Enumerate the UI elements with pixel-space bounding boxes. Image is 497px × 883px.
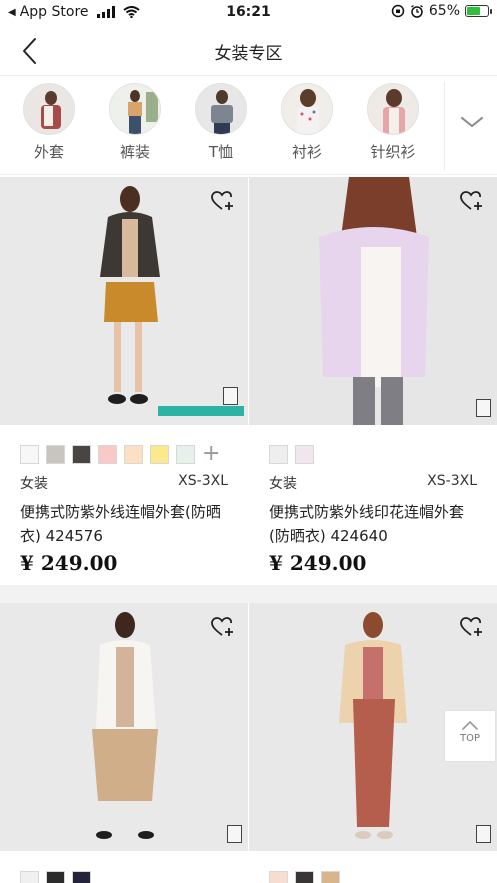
uv-protection-badge bbox=[476, 399, 491, 417]
status-bar: ◀ App Store 16:21 65% bbox=[0, 0, 497, 26]
product-size-range: XS-3XL bbox=[178, 473, 228, 489]
nav-bar: 女装专区 bbox=[0, 26, 497, 76]
product-price: ¥ 249.00 bbox=[20, 551, 118, 575]
category-divider bbox=[444, 81, 445, 171]
color-swatch[interactable] bbox=[176, 445, 195, 464]
alarm-icon bbox=[410, 4, 423, 18]
category-item-pants[interactable]: 裤装 bbox=[103, 83, 167, 162]
add-to-wishlist-icon[interactable] bbox=[459, 615, 483, 639]
color-swatch[interactable] bbox=[20, 871, 39, 883]
product-image[interactable] bbox=[249, 177, 497, 425]
color-swatch[interactable] bbox=[321, 871, 340, 883]
category-item-outerwear[interactable]: 外套 bbox=[17, 83, 81, 162]
category-avatar bbox=[281, 83, 333, 135]
add-to-wishlist-icon[interactable] bbox=[210, 189, 234, 213]
product-card[interactable] bbox=[0, 603, 248, 883]
battery-percent: 65% bbox=[428, 3, 460, 19]
color-swatch[interactable] bbox=[46, 445, 65, 464]
status-right: 65% bbox=[391, 3, 492, 19]
category-label: 裤装 bbox=[119, 143, 150, 161]
color-swatch[interactable] bbox=[295, 445, 314, 464]
color-swatches bbox=[0, 851, 248, 883]
back-to-top-label: TOP bbox=[459, 733, 480, 744]
color-swatch[interactable] bbox=[269, 445, 288, 464]
product-photo bbox=[0, 603, 248, 851]
category-label: 针织衫 bbox=[370, 143, 416, 161]
product-price: ¥ 249.00 bbox=[269, 551, 367, 575]
category-item-knitwear[interactable]: 针织衫 bbox=[361, 83, 425, 162]
chevron-down-icon[interactable] bbox=[452, 107, 492, 137]
add-to-wishlist-icon[interactable] bbox=[210, 615, 234, 639]
orientation-lock-icon bbox=[391, 4, 405, 18]
product-size-range: XS-3XL bbox=[427, 473, 477, 489]
color-swatch[interactable] bbox=[124, 445, 143, 464]
color-swatch[interactable] bbox=[72, 871, 91, 883]
more-colors-icon[interactable]: + bbox=[202, 443, 220, 465]
uv-protection-badge bbox=[223, 387, 238, 405]
category-label: T恤 bbox=[208, 143, 234, 161]
color-swatch[interactable] bbox=[269, 871, 288, 883]
color-swatch[interactable] bbox=[98, 445, 117, 464]
color-swatch[interactable] bbox=[150, 445, 169, 464]
color-swatch[interactable] bbox=[46, 871, 65, 883]
category-item-tshirt[interactable]: T恤 bbox=[189, 83, 253, 162]
battery-icon bbox=[465, 5, 492, 17]
product-meta: 女装 XS-3XL bbox=[249, 464, 497, 493]
back-to-top-button[interactable]: TOP bbox=[444, 710, 496, 762]
grid-row-separator bbox=[0, 585, 497, 603]
category-avatar bbox=[367, 83, 419, 135]
product-gender: 女装 bbox=[269, 476, 297, 492]
chevron-up-icon bbox=[462, 721, 478, 730]
uv-protection-badge bbox=[476, 825, 491, 843]
product-card[interactable]: 女装 XS-3XL 便携式防紫外线印花连帽外套(防晒衣) 424640 ¥ 24… bbox=[249, 177, 497, 575]
color-swatch[interactable] bbox=[20, 445, 39, 464]
product-image[interactable] bbox=[0, 603, 248, 851]
uv-protection-badge bbox=[227, 825, 242, 843]
color-swatch[interactable] bbox=[295, 871, 314, 883]
category-label: 外套 bbox=[33, 143, 64, 161]
page-title: 女装专区 bbox=[214, 44, 283, 64]
color-swatches bbox=[249, 851, 497, 883]
product-photo bbox=[249, 177, 497, 425]
product-card[interactable]: + 女装 XS-3XL 便携式防紫外线连帽外套(防晒衣) 424576 ¥ 24… bbox=[0, 177, 248, 575]
add-to-wishlist-icon[interactable] bbox=[459, 189, 483, 213]
category-row: 外套 裤装 T恤 衬衫 针织衫 bbox=[0, 77, 497, 175]
category-label: 衬衫 bbox=[291, 143, 322, 161]
product-gender: 女装 bbox=[20, 476, 48, 492]
product-image[interactable] bbox=[0, 177, 248, 425]
product-meta: 女装 XS-3XL bbox=[0, 464, 248, 493]
product-name[interactable]: 便携式防紫外线印花连帽外套(防晒衣) 424640 bbox=[249, 493, 497, 549]
product-name[interactable]: 便携式防紫外线连帽外套(防晒衣) 424576 bbox=[0, 493, 248, 549]
category-item-shirt[interactable]: 衬衫 bbox=[275, 83, 339, 162]
color-swatch[interactable] bbox=[72, 445, 91, 464]
product-photo bbox=[0, 177, 248, 425]
color-swatches bbox=[249, 425, 497, 464]
category-avatar bbox=[109, 83, 161, 135]
color-swatches: + bbox=[0, 425, 248, 465]
category-avatar bbox=[23, 83, 75, 135]
category-avatar bbox=[195, 83, 247, 135]
